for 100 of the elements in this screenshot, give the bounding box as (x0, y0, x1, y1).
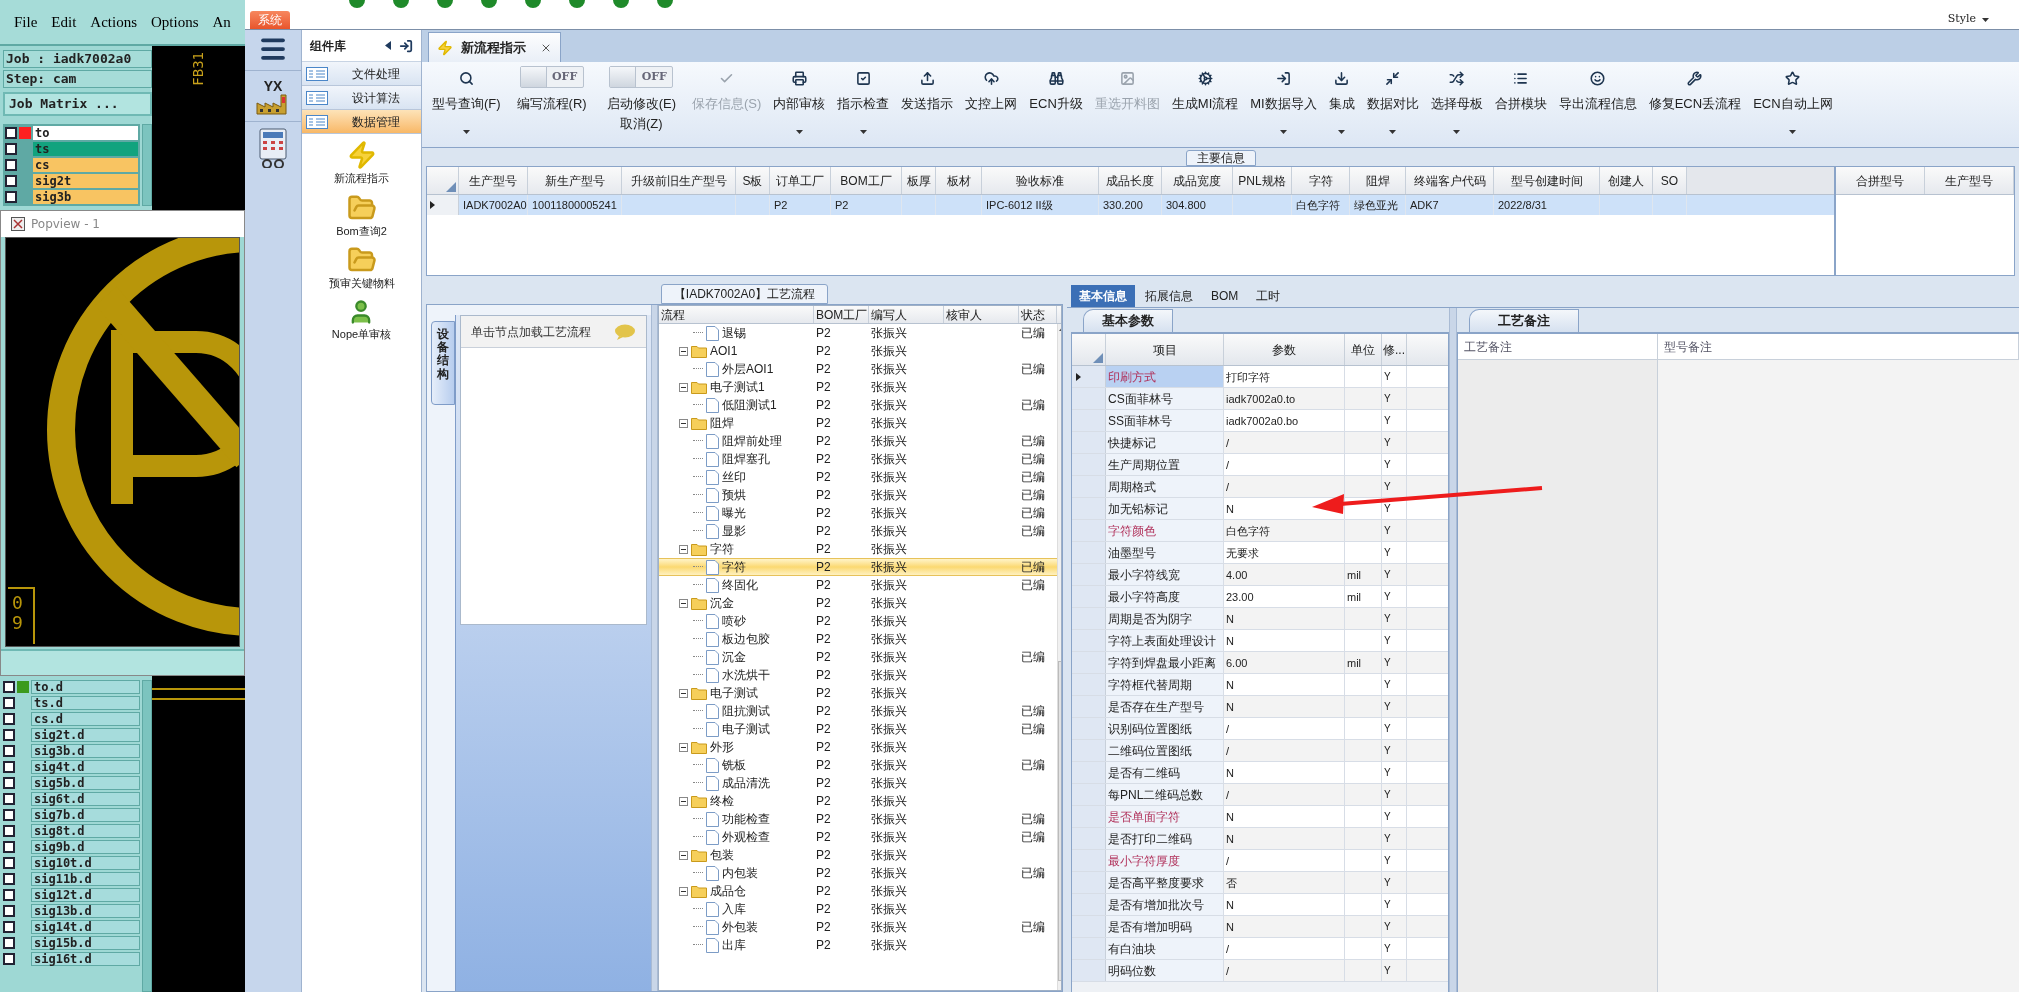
layer-name[interactable]: sig2t (33, 174, 138, 188)
param-row[interactable]: 是否有增加批次号 N Y (1072, 894, 1448, 916)
factory-icon[interactable] (256, 93, 290, 115)
param-row[interactable]: 最小字符线宽 4.00 mil Y (1072, 564, 1448, 586)
ribbon-button[interactable]: 选择母板 (1424, 62, 1489, 146)
layer-row[interactable]: cs.d (3, 712, 140, 726)
param-row[interactable]: 是否单面字符 N Y (1072, 806, 1448, 828)
ribbon-button[interactable]: MI数据导入 (1244, 62, 1323, 146)
param-row[interactable]: 每PNL二维码总数 / Y (1072, 784, 1448, 806)
tree-row[interactable]: 外层AOI1 P2 张振兴 已编 (659, 360, 1057, 378)
job-matrix-button[interactable]: Job Matrix ... (3, 92, 152, 116)
layer-name[interactable]: sig8t.d (31, 824, 140, 838)
menu-item[interactable]: File (14, 10, 38, 34)
tree-row[interactable]: 外形 P2 张振兴 (659, 738, 1057, 756)
param-row[interactable]: 字符到焊盘最小距离 6.00 mil Y (1072, 652, 1448, 674)
checkbox[interactable] (3, 729, 15, 741)
checkbox[interactable] (3, 761, 15, 773)
toolbar-icon[interactable] (657, 0, 673, 8)
collapse-icon[interactable] (679, 382, 688, 392)
checkbox[interactable] (5, 127, 17, 139)
checkbox[interactable] (3, 953, 15, 965)
layer-row[interactable]: sig13b.d (3, 904, 140, 918)
checkbox[interactable] (3, 841, 15, 853)
checkbox[interactable] (3, 809, 15, 821)
table-row[interactable]: IADK7002A0 10011800005241 P2 P2 IPC-6012 II级 330.200 304.800 白色字符 绿色亚光 ADK7 2022/8/31 (427, 195, 1834, 215)
tree-row[interactable]: 功能检查 P2 张振兴 已编 (659, 810, 1057, 828)
column-header[interactable]: 成品宽度 (1162, 167, 1233, 194)
column-header[interactable]: 型号备注 (1658, 334, 2019, 359)
layer-name[interactable]: sig7b.d (31, 808, 140, 822)
column-header[interactable]: 生产型号 (1925, 167, 2014, 194)
checkbox[interactable] (3, 745, 15, 757)
layer-name[interactable]: sig15b.d (31, 936, 140, 950)
ribbon-button[interactable]: 指示检查 (831, 62, 896, 146)
layer-row[interactable]: cs (5, 158, 138, 172)
collapse-icon[interactable] (679, 886, 688, 896)
tree-row[interactable]: 曝光 P2 张振兴 已编 (659, 504, 1057, 522)
layer-row[interactable]: to.d (3, 680, 140, 694)
ribbon-button[interactable]: 发送指示 (895, 62, 960, 146)
param-row[interactable]: 字符框代替周期 N Y (1072, 674, 1448, 696)
checkbox[interactable] (3, 921, 15, 933)
tree-row[interactable]: 退锡 P2 张振兴 已编 (659, 324, 1057, 342)
column-header[interactable]: 字符 (1292, 167, 1350, 194)
ribbon-button[interactable]: 集成 (1322, 62, 1361, 146)
param-row[interactable]: 明码位数 / Y (1072, 960, 1448, 982)
group-item[interactable]: 设计算法 (302, 86, 421, 110)
layer-row[interactable]: sig16t.d (3, 952, 140, 966)
column-header[interactable]: 订单工厂 (770, 167, 831, 194)
column-header[interactable]: 阻焊 (1350, 167, 1406, 194)
param-row[interactable]: 是否高平整度要求 否 Y (1072, 872, 1448, 894)
param-row[interactable]: 识别码位置图纸 / Y (1072, 718, 1448, 740)
corner-triangle-icon[interactable] (446, 182, 456, 192)
layer-name[interactable]: sig2t.d (31, 728, 140, 742)
panel-tab[interactable]: 工艺备注 (1469, 309, 1579, 332)
layer-name[interactable]: ts.d (31, 696, 140, 710)
menu-item[interactable]: Actions (90, 10, 137, 34)
layer-row[interactable]: ts.d (3, 696, 140, 710)
layer-name[interactable]: sig12t.d (31, 888, 140, 902)
tree-row[interactable]: 成品仓 P2 张振兴 (659, 882, 1057, 900)
param-row[interactable]: 快捷标记 / Y (1072, 432, 1448, 454)
column-header[interactable]: PNL规格 (1233, 167, 1292, 194)
column-header[interactable]: 成品长度 (1099, 167, 1162, 194)
tree-row[interactable]: 电子测试 P2 张振兴 已编 (659, 720, 1057, 738)
layer-row[interactable]: sig14t.d (3, 920, 140, 934)
tree-row[interactable]: 显影 P2 张振兴 已编 (659, 522, 1057, 540)
checkbox[interactable] (3, 905, 15, 917)
layer-row[interactable]: sig2t (5, 174, 138, 188)
layer-name[interactable]: sig6t.d (31, 792, 140, 806)
document-tab[interactable]: 新流程指示 (428, 32, 561, 62)
checkbox[interactable] (5, 191, 17, 203)
tab[interactable]: BOM (1203, 285, 1247, 307)
param-row[interactable]: 字符上表面处理设计 N Y (1072, 630, 1448, 652)
toolbar-icon[interactable] (481, 0, 497, 8)
component-item[interactable]: 预审关键物料 (328, 245, 395, 292)
param-row[interactable]: 二维码位置图纸 / Y (1072, 740, 1448, 762)
toolbar-icon[interactable] (613, 0, 629, 8)
column-header[interactable]: 型号创建时间 (1494, 167, 1600, 194)
checkbox[interactable] (3, 697, 15, 709)
tree-row[interactable]: 阻抗测试 P2 张振兴 已编 (659, 702, 1057, 720)
tree-row[interactable]: 电子测试1 P2 张振兴 (659, 378, 1057, 396)
layer-row[interactable]: sig12t.d (3, 888, 140, 902)
checkbox[interactable] (5, 143, 17, 155)
ribbon-button[interactable]: 文控上网 (959, 62, 1024, 146)
layer-row[interactable]: sig6t.d (3, 792, 140, 806)
checkbox[interactable] (3, 713, 15, 725)
layer-row[interactable]: sig9b.d (3, 840, 140, 854)
layer-row[interactable]: sig4t.d (3, 760, 140, 774)
tree-row[interactable]: 阻焊前处理 P2 张振兴 已编 (659, 432, 1057, 450)
column-header[interactable]: 单位 (1345, 334, 1382, 365)
tree-row[interactable]: 成品清洗 P2 张振兴 (659, 774, 1057, 792)
column-header[interactable]: 验收标准 (982, 167, 1099, 194)
collapse-icon[interactable] (679, 598, 688, 608)
checkbox[interactable] (3, 889, 15, 901)
enter-icon[interactable] (399, 38, 413, 53)
tab[interactable]: 工时 (1248, 285, 1289, 307)
menu-item[interactable]: Options (151, 10, 199, 34)
tree-row[interactable]: 字符 P2 张振兴 (659, 540, 1057, 558)
layer-name[interactable]: sig14t.d (31, 920, 140, 934)
corner-triangle-icon[interactable] (1093, 353, 1103, 363)
layer-row[interactable]: sig3b.d (3, 744, 140, 758)
param-row[interactable]: 生产周期位置 / Y (1072, 454, 1448, 476)
